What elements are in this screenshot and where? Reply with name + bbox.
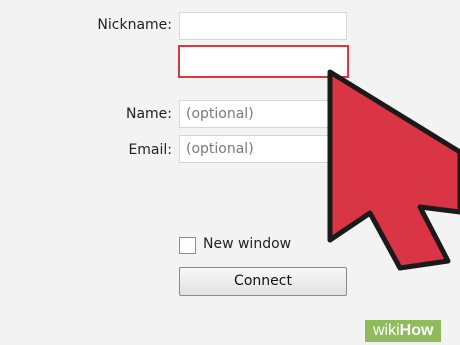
new-window-label: New window [203, 236, 292, 252]
email-input[interactable]: (optional) [179, 135, 347, 163]
nickname-label: Nickname: [97, 17, 172, 33]
new-window-checkbox[interactable] [179, 237, 196, 254]
nickname-input[interactable] [179, 12, 347, 40]
highlighted-input[interactable] [178, 45, 349, 78]
email-label: Email: [128, 142, 172, 158]
watermark-how: How [399, 322, 434, 339]
wikihow-watermark: wikiHow [365, 320, 442, 342]
watermark-wiki: wiki [373, 322, 400, 339]
name-label: Name: [125, 106, 172, 122]
connect-button[interactable]: Connect [179, 267, 347, 296]
name-input[interactable]: (optional) [179, 100, 347, 128]
